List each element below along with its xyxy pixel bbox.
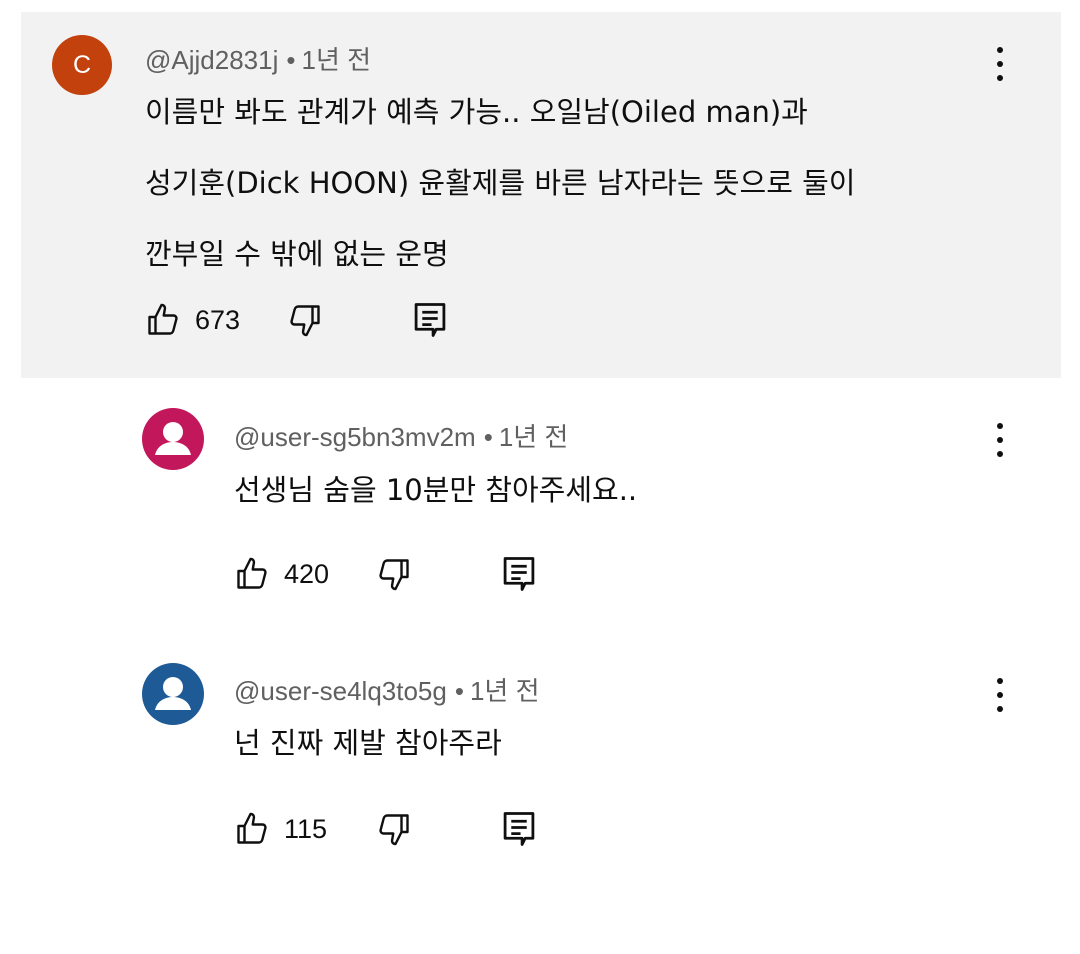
comment-1: C @Ajjd2831j • 1년 전 이름만 봐도 관계가 예측 가능.. 오일남…	[0, 0, 1080, 380]
author-handle[interactable]: @user-se4lq3to5g	[234, 676, 447, 706]
comment-line: 이름만 봐도 관계가 예측 가능.. 오일남(Oiled man)과	[145, 95, 808, 129]
comment-line: 깐부일 수 밖에 없는 운명	[145, 237, 449, 271]
dislike-button[interactable]	[287, 298, 323, 342]
comment-icon	[503, 557, 535, 591]
meta-separator: •	[483, 422, 493, 452]
avatar[interactable]: C	[52, 35, 112, 95]
author-handle[interactable]: @Ajjd2831j	[145, 45, 278, 75]
author-handle[interactable]: @user-sg5bn3mv2m	[234, 422, 476, 452]
comment-icon	[414, 303, 446, 337]
meta-separator: •	[454, 676, 464, 706]
person-icon	[155, 677, 191, 710]
comment-icon	[503, 812, 535, 846]
comment-actions: 673	[145, 298, 465, 342]
more-vert-icon[interactable]	[990, 420, 1010, 460]
meta-separator: •	[286, 45, 296, 75]
avatar[interactable]	[142, 408, 204, 470]
reply-button[interactable]	[502, 552, 536, 596]
comment-actions: 420	[234, 552, 554, 596]
more-vert-icon[interactable]	[990, 675, 1010, 715]
avatar-letter: C	[72, 50, 92, 79]
reply-button[interactable]	[413, 298, 447, 342]
thumb-up-icon	[237, 557, 267, 589]
avatar[interactable]	[142, 663, 204, 725]
reply-button[interactable]	[502, 807, 536, 851]
thumb-down-icon	[290, 305, 320, 337]
like-button[interactable]: 115	[234, 807, 327, 851]
comment-meta: @user-sg5bn3mv2m • 1년 전	[234, 417, 568, 454]
reply-comment-1: @user-sg5bn3mv2m • 1년 전 선생님 숨을 10분만 참아주세요.…	[0, 390, 1080, 620]
thumb-up-icon	[148, 303, 178, 335]
comment-time: 1년 전	[498, 422, 569, 452]
comment-line: 선생님 숨을 10분만 참아주세요..	[234, 473, 638, 507]
comment-text: 선생님 숨을 10분만 참아주세요..	[234, 455, 637, 526]
comment-text: 넌 진짜 제발 참아주라	[234, 708, 502, 779]
more-vert-icon[interactable]	[990, 44, 1010, 84]
comment-text: 이름만 봐도 관계가 예측 가능.. 오일남(Oiled man)과 성기훈(D…	[145, 77, 855, 290]
like-button[interactable]: 673	[145, 298, 240, 342]
reply-comment-2: @user-se4lq3to5g • 1년 전 넌 진짜 제발 참아주라 115	[0, 645, 1080, 875]
comment-line: 넌 진짜 제발 참아주라	[234, 726, 502, 760]
like-count: 420	[284, 558, 330, 589]
comment-actions: 115	[234, 807, 554, 851]
thumb-up-icon	[237, 812, 267, 844]
comment-time: 1년 전	[469, 676, 540, 706]
like-count: 115	[284, 813, 328, 844]
comment-line: 성기훈(Dick HOON) 윤활제를 바른 남자라는 뜻으로 둘이	[145, 166, 856, 200]
comment-meta: @user-se4lq3to5g • 1년 전	[234, 671, 540, 708]
person-icon	[155, 422, 191, 455]
dislike-button[interactable]	[376, 807, 412, 851]
dislike-button[interactable]	[376, 552, 412, 596]
comment-time: 1년 전	[301, 45, 372, 75]
comment-meta: @Ajjd2831j • 1년 전	[145, 40, 371, 77]
like-button[interactable]: 420	[234, 552, 329, 596]
thumb-down-icon	[379, 814, 409, 846]
thumb-down-icon	[379, 559, 409, 591]
like-count: 673	[195, 304, 241, 335]
